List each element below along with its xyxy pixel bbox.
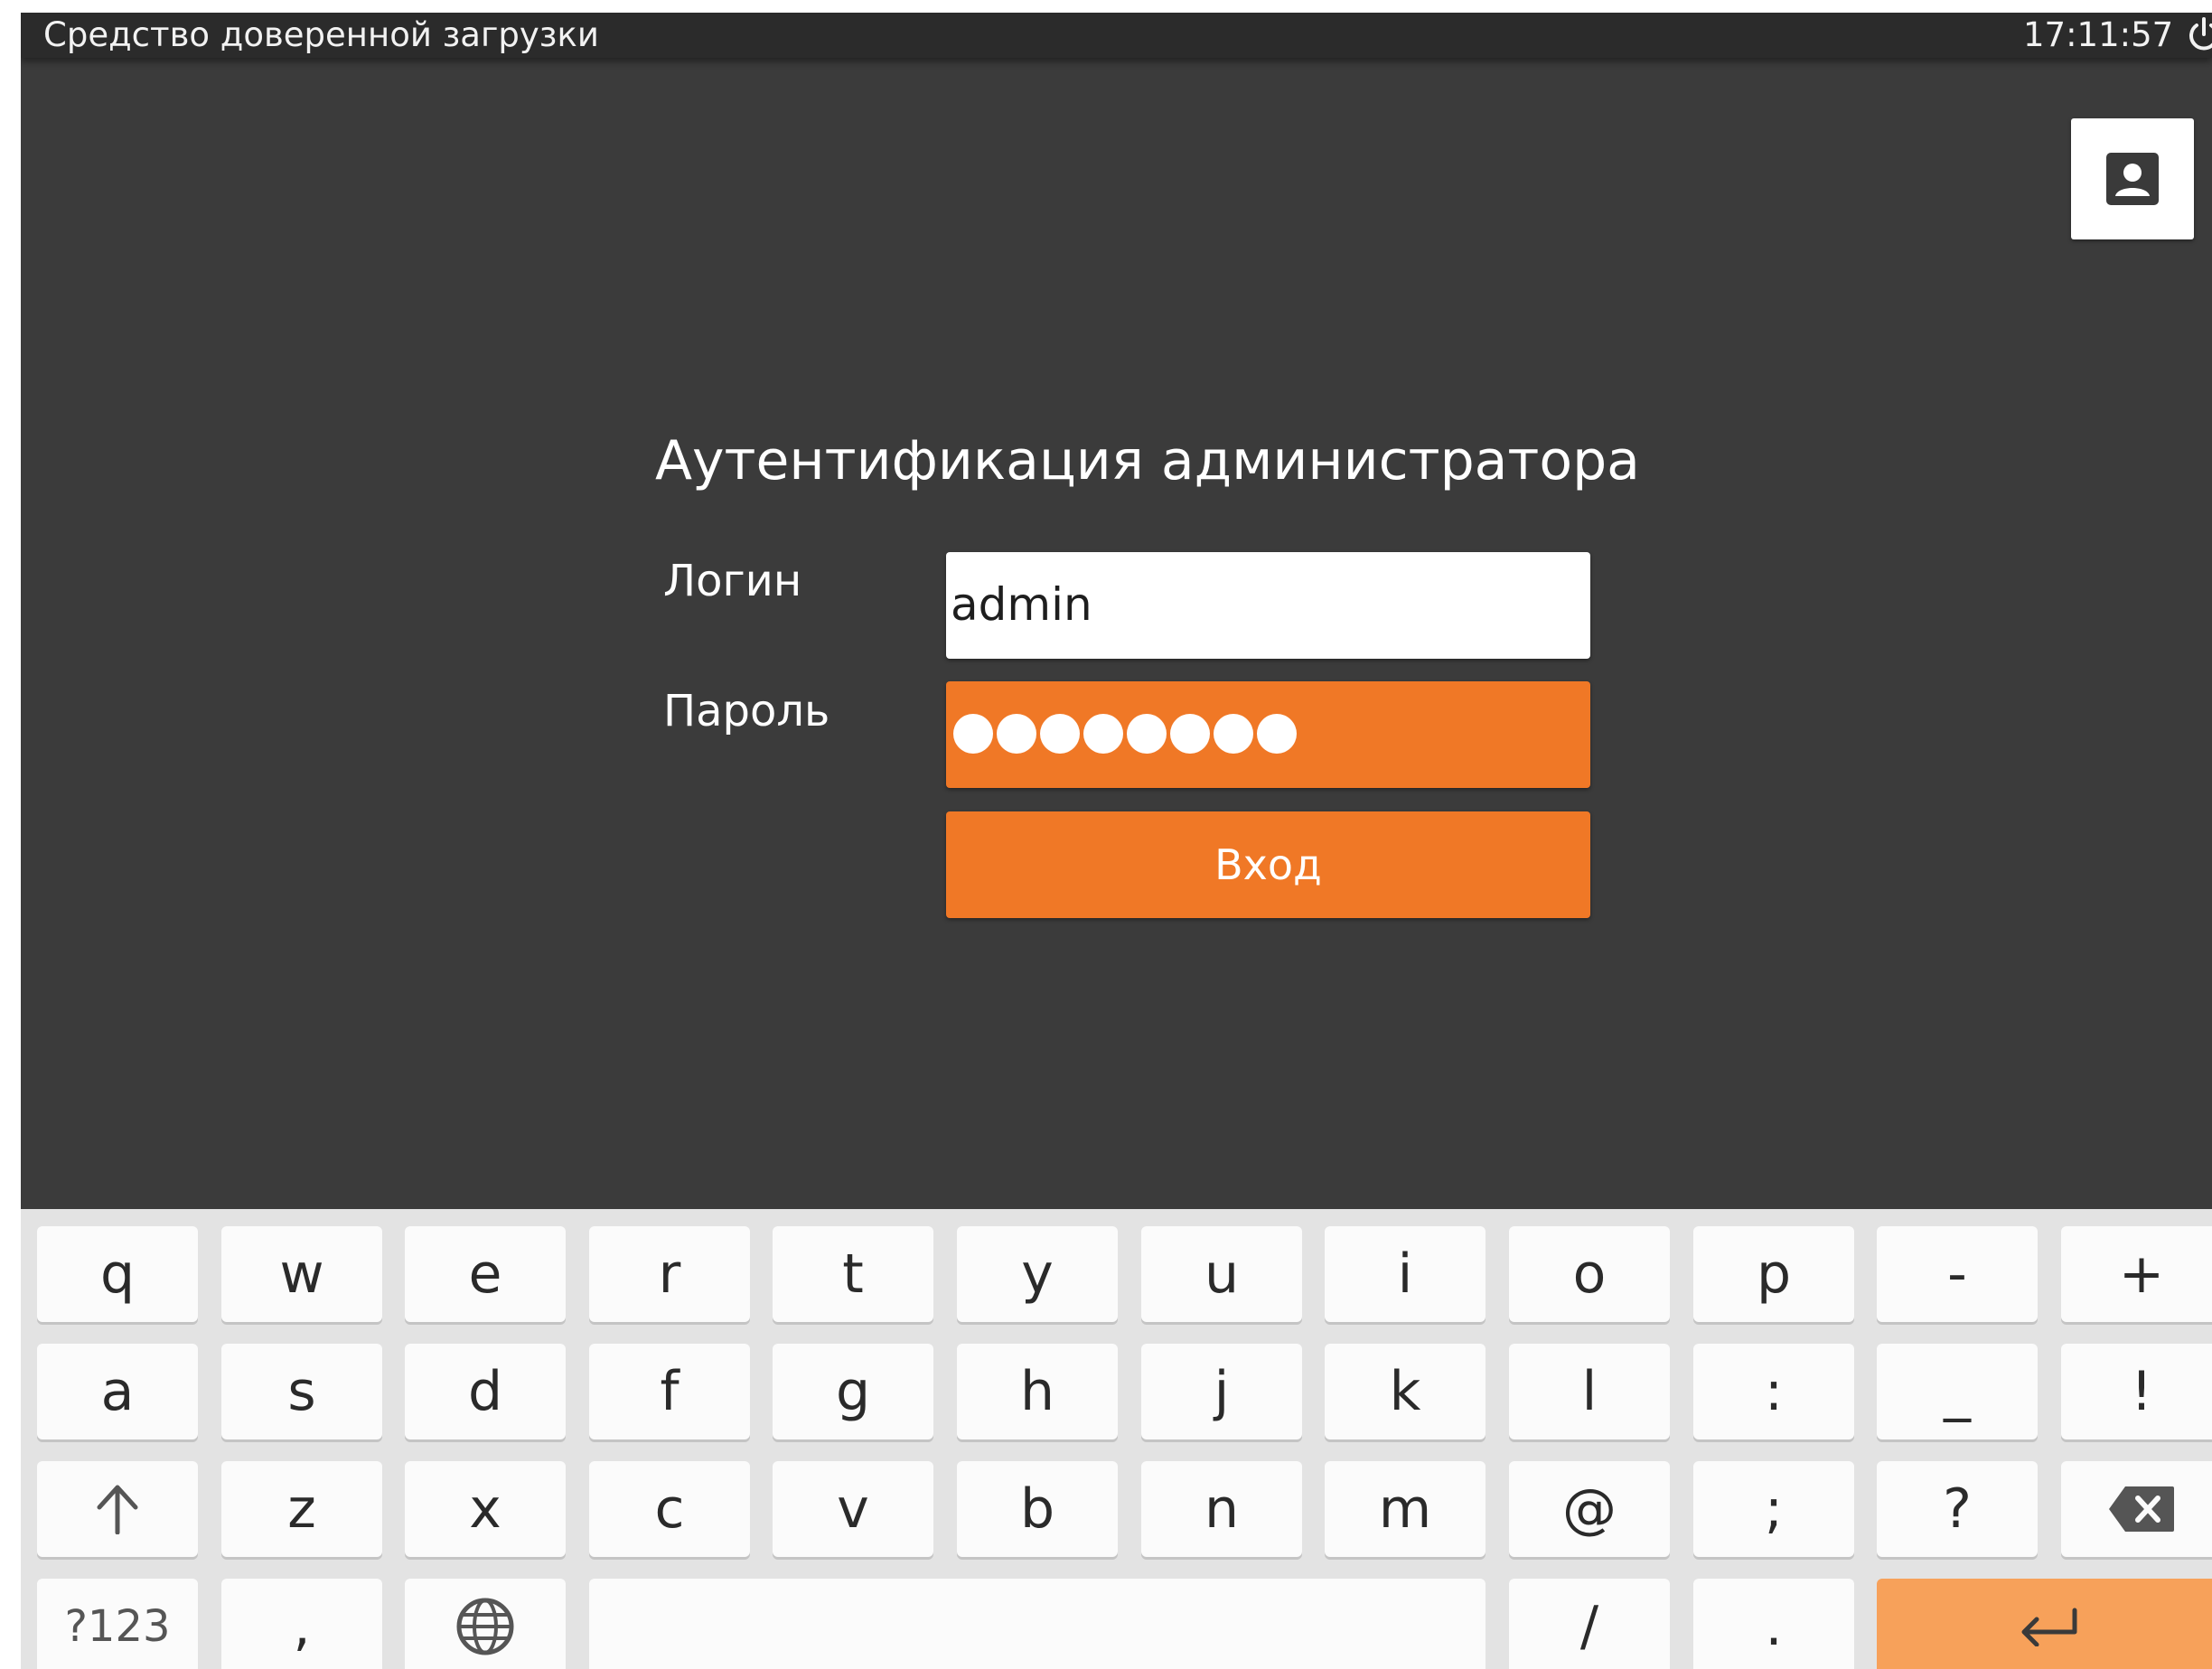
key-r[interactable]: r bbox=[589, 1226, 750, 1322]
key-q[interactable]: q bbox=[37, 1226, 198, 1322]
key-y[interactable]: y bbox=[957, 1226, 1118, 1322]
key-t[interactable]: t bbox=[773, 1226, 933, 1322]
key-v[interactable]: v bbox=[773, 1461, 933, 1557]
key-j[interactable]: j bbox=[1141, 1344, 1302, 1439]
key-language[interactable] bbox=[405, 1579, 566, 1669]
key-colon[interactable]: : bbox=[1693, 1344, 1854, 1439]
password-dot bbox=[997, 714, 1036, 754]
login-button[interactable]: Вход bbox=[946, 811, 1590, 918]
backspace-icon bbox=[2109, 1486, 2174, 1532]
key-e[interactable]: e bbox=[405, 1226, 566, 1322]
key-f[interactable]: f bbox=[589, 1344, 750, 1439]
key-exclamation[interactable]: ! bbox=[2061, 1344, 2212, 1439]
globe-icon bbox=[456, 1598, 514, 1655]
key-h[interactable]: h bbox=[957, 1344, 1118, 1439]
auth-title: Аутентификация администратора bbox=[655, 429, 1640, 492]
key-x[interactable]: x bbox=[405, 1461, 566, 1557]
clock: 17:11:57 bbox=[2023, 15, 2174, 54]
key-s[interactable]: s bbox=[221, 1344, 382, 1439]
password-dot bbox=[1040, 714, 1080, 754]
password-dot bbox=[953, 714, 993, 754]
key-symbols-mode[interactable]: ?123 bbox=[37, 1579, 198, 1669]
key-space[interactable] bbox=[589, 1579, 1486, 1669]
key-enter[interactable] bbox=[1877, 1579, 2212, 1669]
user-account-button[interactable] bbox=[2071, 118, 2194, 239]
key-comma[interactable]: , bbox=[221, 1579, 382, 1669]
key-shift[interactable] bbox=[37, 1461, 198, 1557]
password-dot bbox=[1257, 714, 1297, 754]
key-backspace[interactable] bbox=[2061, 1461, 2212, 1557]
screen: Средство доверенной загрузки 17:11:57 Ау… bbox=[21, 13, 2212, 1669]
key-w[interactable]: w bbox=[221, 1226, 382, 1322]
password-dot bbox=[1170, 714, 1210, 754]
key-g[interactable]: g bbox=[773, 1344, 933, 1439]
password-dot bbox=[1214, 714, 1253, 754]
key-a[interactable]: a bbox=[37, 1344, 198, 1439]
key-k[interactable]: k bbox=[1325, 1344, 1486, 1439]
key-underscore[interactable]: _ bbox=[1877, 1344, 2038, 1439]
enter-icon bbox=[2021, 1608, 2077, 1646]
login-input[interactable]: admin bbox=[946, 552, 1590, 659]
key-n[interactable]: n bbox=[1141, 1461, 1302, 1557]
key-i[interactable]: i bbox=[1325, 1226, 1486, 1322]
user-account-icon bbox=[2106, 153, 2159, 205]
password-label: Пароль bbox=[663, 686, 830, 736]
key-b[interactable]: b bbox=[957, 1461, 1118, 1557]
key-z[interactable]: z bbox=[221, 1461, 382, 1557]
key-semicolon[interactable]: ; bbox=[1693, 1461, 1854, 1557]
key-plus[interactable]: + bbox=[2061, 1226, 2212, 1322]
status-bar: Средство доверенной загрузки 17:11:57 bbox=[21, 13, 2212, 58]
power-icon bbox=[2189, 17, 2212, 51]
key-minus[interactable]: - bbox=[1877, 1226, 2038, 1322]
app-title: Средство доверенной загрузки bbox=[43, 15, 599, 54]
power-button[interactable] bbox=[2184, 14, 2212, 56]
key-question[interactable]: ? bbox=[1877, 1461, 2038, 1557]
login-label: Логин bbox=[663, 556, 802, 606]
key-o[interactable]: o bbox=[1509, 1226, 1670, 1322]
main-area: Аутентификация администратора Логин admi… bbox=[21, 58, 2212, 1209]
key-u[interactable]: u bbox=[1141, 1226, 1302, 1322]
shift-icon bbox=[97, 1485, 138, 1534]
password-dot bbox=[1127, 714, 1167, 754]
key-slash[interactable]: / bbox=[1509, 1579, 1670, 1669]
key-l[interactable]: l bbox=[1509, 1344, 1670, 1439]
key-at[interactable]: @ bbox=[1509, 1461, 1670, 1557]
password-input[interactable] bbox=[946, 681, 1590, 788]
key-d[interactable]: d bbox=[405, 1344, 566, 1439]
key-m[interactable]: m bbox=[1325, 1461, 1486, 1557]
key-p[interactable]: p bbox=[1693, 1226, 1854, 1322]
key-c[interactable]: c bbox=[589, 1461, 750, 1557]
password-dot bbox=[1083, 714, 1123, 754]
login-input-value: admin bbox=[951, 578, 1092, 631]
key-period[interactable]: . bbox=[1693, 1579, 1854, 1669]
on-screen-keyboard: q w e r t y u i o p - + a s d f g h j k … bbox=[21, 1209, 2212, 1669]
password-mask bbox=[953, 714, 1297, 754]
